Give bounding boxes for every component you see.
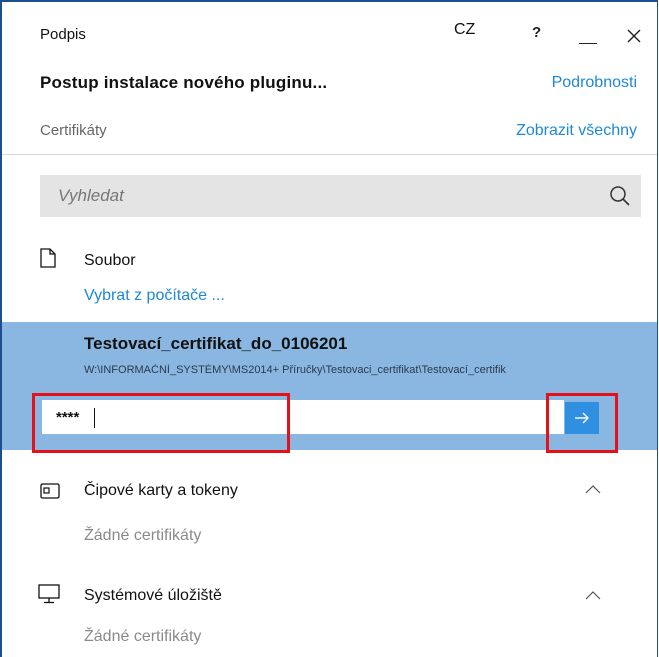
show-all-link[interactable]: Zobrazit všechny xyxy=(516,122,637,140)
window-title: Podpis xyxy=(40,26,86,43)
title-bar: Podpis CZ ? xyxy=(2,2,657,54)
smart-cards-label[interactable]: Čipové karty a tokeny xyxy=(84,482,238,500)
close-icon[interactable] xyxy=(627,29,641,43)
search-icon[interactable] xyxy=(609,185,631,207)
chevron-up-icon[interactable] xyxy=(584,588,602,600)
chevron-up-icon[interactable] xyxy=(584,482,602,494)
signing-window: Podpis CZ ? Postup instalace nového plug… xyxy=(0,0,658,657)
certificate-path: W:\INFORMAČNÍ_SYSTÉMY\MS2014+ Příručky\T… xyxy=(84,364,506,376)
minimize-icon[interactable] xyxy=(579,43,597,44)
divider xyxy=(2,154,657,155)
smart-cards-empty-text: Žádné certifikáty xyxy=(84,527,202,544)
search-box xyxy=(40,175,641,217)
chip-card-icon xyxy=(40,483,60,499)
certificate-name: Testovací_certifikat_do_0106201 xyxy=(84,334,348,353)
password-highlight-box xyxy=(32,393,290,453)
help-button[interactable]: ? xyxy=(532,24,541,41)
monitor-icon xyxy=(38,584,60,604)
details-link[interactable]: Podrobnosti xyxy=(552,74,637,92)
choose-from-computer-link[interactable]: Vybrat z počítače ... xyxy=(84,287,225,305)
language-selector[interactable]: CZ xyxy=(454,21,475,39)
search-input[interactable] xyxy=(40,175,600,217)
system-store-label[interactable]: Systémové úložiště xyxy=(84,587,222,605)
certificates-label: Certifikáty xyxy=(40,122,107,139)
file-section-label: Soubor xyxy=(84,252,136,269)
submit-highlight-box xyxy=(546,393,618,453)
file-icon xyxy=(40,248,56,268)
selected-certificate[interactable]: Testovací_certifikat_do_0106201 W:\INFOR… xyxy=(2,322,657,384)
system-store-empty-text: Žádné certifikáty xyxy=(84,628,202,645)
page-title: Postup instalace nového pluginu... xyxy=(40,73,328,92)
